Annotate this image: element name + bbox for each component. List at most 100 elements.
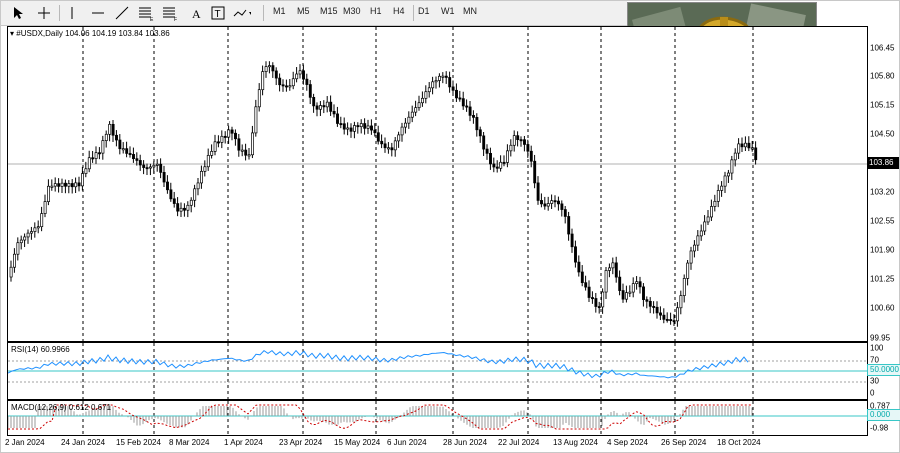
- candle: [485, 144, 489, 160]
- candle: [298, 64, 302, 79]
- candle: [468, 101, 472, 122]
- timeframe-m15[interactable]: M15: [320, 6, 338, 16]
- candle: [19, 235, 23, 250]
- candle: [196, 177, 200, 196]
- price-candles: [8, 27, 867, 341]
- candle: [638, 276, 642, 294]
- candle: [33, 222, 37, 238]
- candle: [74, 177, 78, 193]
- rsi-label: RSI(14) 60.9966: [11, 345, 70, 354]
- macd-indicator: [7, 401, 867, 435]
- candle: [189, 197, 193, 213]
- timeframe-m5[interactable]: M5: [297, 6, 310, 16]
- macd-label: MACD(12,26,9) 0.612 0.671: [11, 403, 112, 412]
- candle: [376, 125, 380, 145]
- candle: [727, 169, 730, 183]
- candle: [682, 274, 686, 303]
- vertical-line-icon[interactable]: [63, 4, 81, 22]
- date-axis-label: 22 Jul 2024: [498, 438, 540, 447]
- timeframe-m1[interactable]: M1: [273, 6, 286, 16]
- candle: [366, 119, 370, 134]
- candle: [716, 184, 720, 208]
- candle: [553, 195, 557, 208]
- symbol-ohlc-text: #USDX,Daily 104.06 104.19 103.84 103.86: [16, 29, 170, 38]
- text-icon[interactable]: A: [187, 4, 205, 22]
- candle: [472, 110, 475, 124]
- label-icon[interactable]: T: [209, 4, 227, 22]
- candle: [183, 203, 186, 217]
- price-chart-pane[interactable]: [7, 26, 868, 342]
- candle: [36, 220, 40, 234]
- candle: [438, 73, 441, 88]
- price-axis-label: 100.60: [870, 303, 895, 313]
- candle: [288, 79, 292, 91]
- candle: [720, 181, 724, 197]
- candle: [179, 202, 183, 217]
- date-axis-label: 6 Jun 2024: [387, 438, 427, 447]
- candle: [533, 154, 537, 189]
- macd-pane[interactable]: [7, 400, 868, 436]
- candle: [584, 275, 588, 291]
- fibonacci-icon[interactable]: E: [137, 4, 155, 22]
- timeframe-m30[interactable]: M30: [343, 6, 361, 16]
- candle: [98, 147, 101, 160]
- candle: [244, 143, 248, 161]
- timeframe-d1[interactable]: D1: [418, 6, 430, 16]
- channel-icon[interactable]: F: [161, 4, 179, 22]
- trendline-icon[interactable]: [113, 4, 131, 22]
- candle: [281, 79, 285, 92]
- candle: [543, 196, 547, 210]
- candle: [686, 260, 690, 286]
- timeframe-mn[interactable]: MN: [463, 6, 477, 16]
- candle: [390, 142, 394, 157]
- candle: [308, 80, 312, 105]
- candle: [104, 130, 108, 148]
- candle: [285, 79, 288, 92]
- collapse-triangle-icon[interactable]: ▾: [10, 29, 14, 38]
- candle: [166, 175, 169, 194]
- candle: [546, 196, 550, 211]
- horizontal-line-icon[interactable]: [89, 4, 107, 22]
- candle: [625, 285, 628, 303]
- candle: [342, 117, 346, 135]
- timeframe-h4[interactable]: H4: [393, 6, 405, 16]
- timeframe-h1[interactable]: H1: [370, 6, 382, 16]
- toolbar: E F A T M1 M5 M15 M30 H1 H4 D1 W1 MN: [1, 1, 627, 26]
- macd-axis-label: -0.98: [870, 423, 889, 433]
- rsi-pane[interactable]: [7, 342, 868, 400]
- candle: [404, 118, 407, 134]
- candle: [332, 104, 336, 118]
- shapes-icon[interactable]: [233, 4, 251, 22]
- candle: [91, 150, 95, 163]
- crosshair-icon[interactable]: [35, 4, 53, 22]
- candle: [111, 120, 115, 143]
- date-axis-label: 4 Sep 2024: [607, 438, 648, 447]
- candle: [414, 100, 418, 117]
- candle: [665, 312, 669, 323]
- price-axis-label: 101.90: [870, 245, 895, 255]
- candle: [53, 177, 57, 192]
- candle: [492, 157, 496, 173]
- candle: [489, 147, 492, 170]
- terminal-window: E F A T M1 M5 M15 M30 H1 H4 D1 W1 MN ▾ #…: [0, 0, 900, 453]
- candle: [642, 283, 645, 307]
- candle: [128, 146, 132, 158]
- candle: [699, 224, 703, 241]
- date-axis-label: 26 Sep 2024: [661, 438, 707, 447]
- candle: [108, 121, 112, 142]
- candle: [710, 199, 713, 221]
- candle: [312, 93, 316, 113]
- date-axis-label: 18 Oct 2024: [717, 438, 761, 447]
- candle: [431, 76, 435, 95]
- cursor-icon[interactable]: [9, 4, 27, 22]
- candle: [240, 144, 244, 157]
- candle: [339, 116, 343, 129]
- candle: [60, 178, 64, 194]
- candle: [703, 215, 707, 236]
- current-price-tag: 103.86: [867, 157, 899, 169]
- candle: [40, 206, 44, 232]
- timeframe-w1[interactable]: W1: [441, 6, 455, 16]
- macd-axis-label: 0.000: [867, 409, 900, 421]
- candle: [570, 228, 574, 253]
- candle: [155, 159, 159, 172]
